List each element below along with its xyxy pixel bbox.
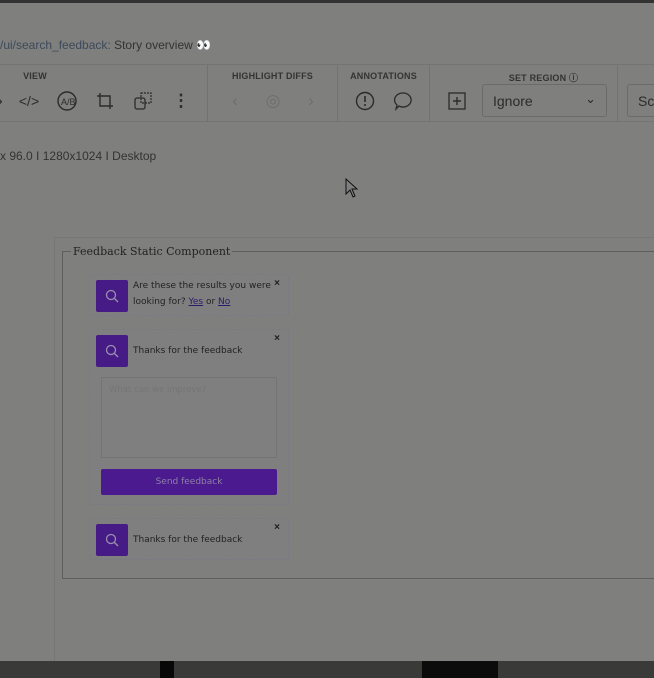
- thanks-text: Thanks for the feedback: [133, 535, 243, 545]
- resolution: 1280x1024: [42, 149, 103, 163]
- no-link[interactable]: No: [218, 297, 230, 307]
- svg-text:A/B: A/B: [61, 97, 76, 107]
- region-select[interactable]: Ignore ⌄: [482, 84, 607, 117]
- alert-icon[interactable]: [353, 89, 377, 113]
- prev-diff-icon[interactable]: ‹: [223, 89, 247, 113]
- chevron-icon[interactable]: ›: [0, 89, 12, 113]
- code-icon[interactable]: </>: [17, 89, 41, 113]
- search-icon: [96, 280, 128, 312]
- close-icon[interactable]: ×: [274, 278, 280, 289]
- mouse-cursor-icon: [345, 178, 359, 198]
- top-strip: [0, 0, 654, 3]
- copy-check-icon[interactable]: [131, 89, 155, 113]
- feedback-thanks-card: Thanks for the feedback ×: [89, 518, 289, 560]
- snapshot-info: x 96.0 I 1280x1024 I Desktop: [0, 149, 156, 163]
- separator: I: [105, 149, 109, 163]
- annotations-label: ANNOTATIONS: [350, 71, 417, 81]
- highlight-diffs-label: HIGHLIGHT DIFFS: [232, 71, 313, 81]
- thanks-text: Thanks for the feedback: [133, 346, 243, 356]
- diff-focus-icon[interactable]: ◎: [261, 89, 285, 113]
- view-section: VIEW › </> A/B ⋮: [0, 65, 208, 122]
- crop-icon[interactable]: [93, 89, 117, 113]
- search-icon: [96, 335, 128, 367]
- fieldset-legend: Feedback Static Component: [73, 245, 231, 258]
- close-icon[interactable]: ×: [274, 333, 280, 344]
- annotations-section: ANNOTATIONS: [338, 65, 430, 122]
- feedback-question-card: Are these the results you were looking f…: [89, 274, 289, 316]
- set-region-text: SET REGION: [508, 73, 567, 83]
- comment-icon[interactable]: [391, 89, 415, 113]
- send-feedback-button[interactable]: Send feedback: [101, 469, 277, 495]
- add-region-icon[interactable]: [445, 89, 469, 113]
- story-path[interactable]: /ui/search_feedback:: [0, 38, 111, 52]
- bottom-strip: [0, 661, 654, 678]
- close-icon[interactable]: ×: [274, 522, 280, 533]
- snapshot-canvas: Feedback Static Component Are these the …: [54, 237, 654, 661]
- search-icon: [96, 524, 128, 556]
- highlight-diffs-section: HIGHLIGHT DIFFS ‹ ◎ ›: [208, 65, 338, 122]
- set-region-label: SET REGION ⓘ: [450, 71, 637, 84]
- ab-compare-icon[interactable]: A/B: [55, 89, 79, 113]
- or-text: or: [205, 297, 216, 307]
- feedback-form-card: Thanks for the feedback × Send feedback: [89, 329, 289, 505]
- secondary-select[interactable]: Sc: [627, 84, 654, 117]
- next-diff-icon[interactable]: ›: [299, 89, 323, 113]
- breadcrumb: /ui/search_feedback: Story overview 👀: [0, 38, 211, 52]
- improvement-textarea[interactable]: [101, 377, 277, 458]
- story-title: Story overview: [114, 38, 193, 52]
- separator: I: [36, 149, 40, 163]
- region-value: Ignore: [493, 93, 533, 109]
- yes-link[interactable]: Yes: [189, 297, 204, 307]
- device: Desktop: [112, 149, 157, 163]
- view-label: VIEW: [23, 71, 47, 81]
- more-icon[interactable]: ⋮: [169, 89, 193, 113]
- eyes-icon: 👀: [196, 38, 212, 52]
- dark-block: [422, 661, 498, 678]
- feedback-question: Are these the results you were looking f…: [133, 278, 273, 310]
- toolbar: VIEW › </> A/B ⋮ HIGHLIGHT DIFFS ‹ ◎ › A…: [0, 64, 654, 122]
- dark-block: [160, 661, 174, 678]
- chevron-down-icon: ⌄: [585, 91, 596, 106]
- zoom-value: x 96.0: [0, 149, 33, 163]
- info-icon[interactable]: ⓘ: [569, 73, 578, 83]
